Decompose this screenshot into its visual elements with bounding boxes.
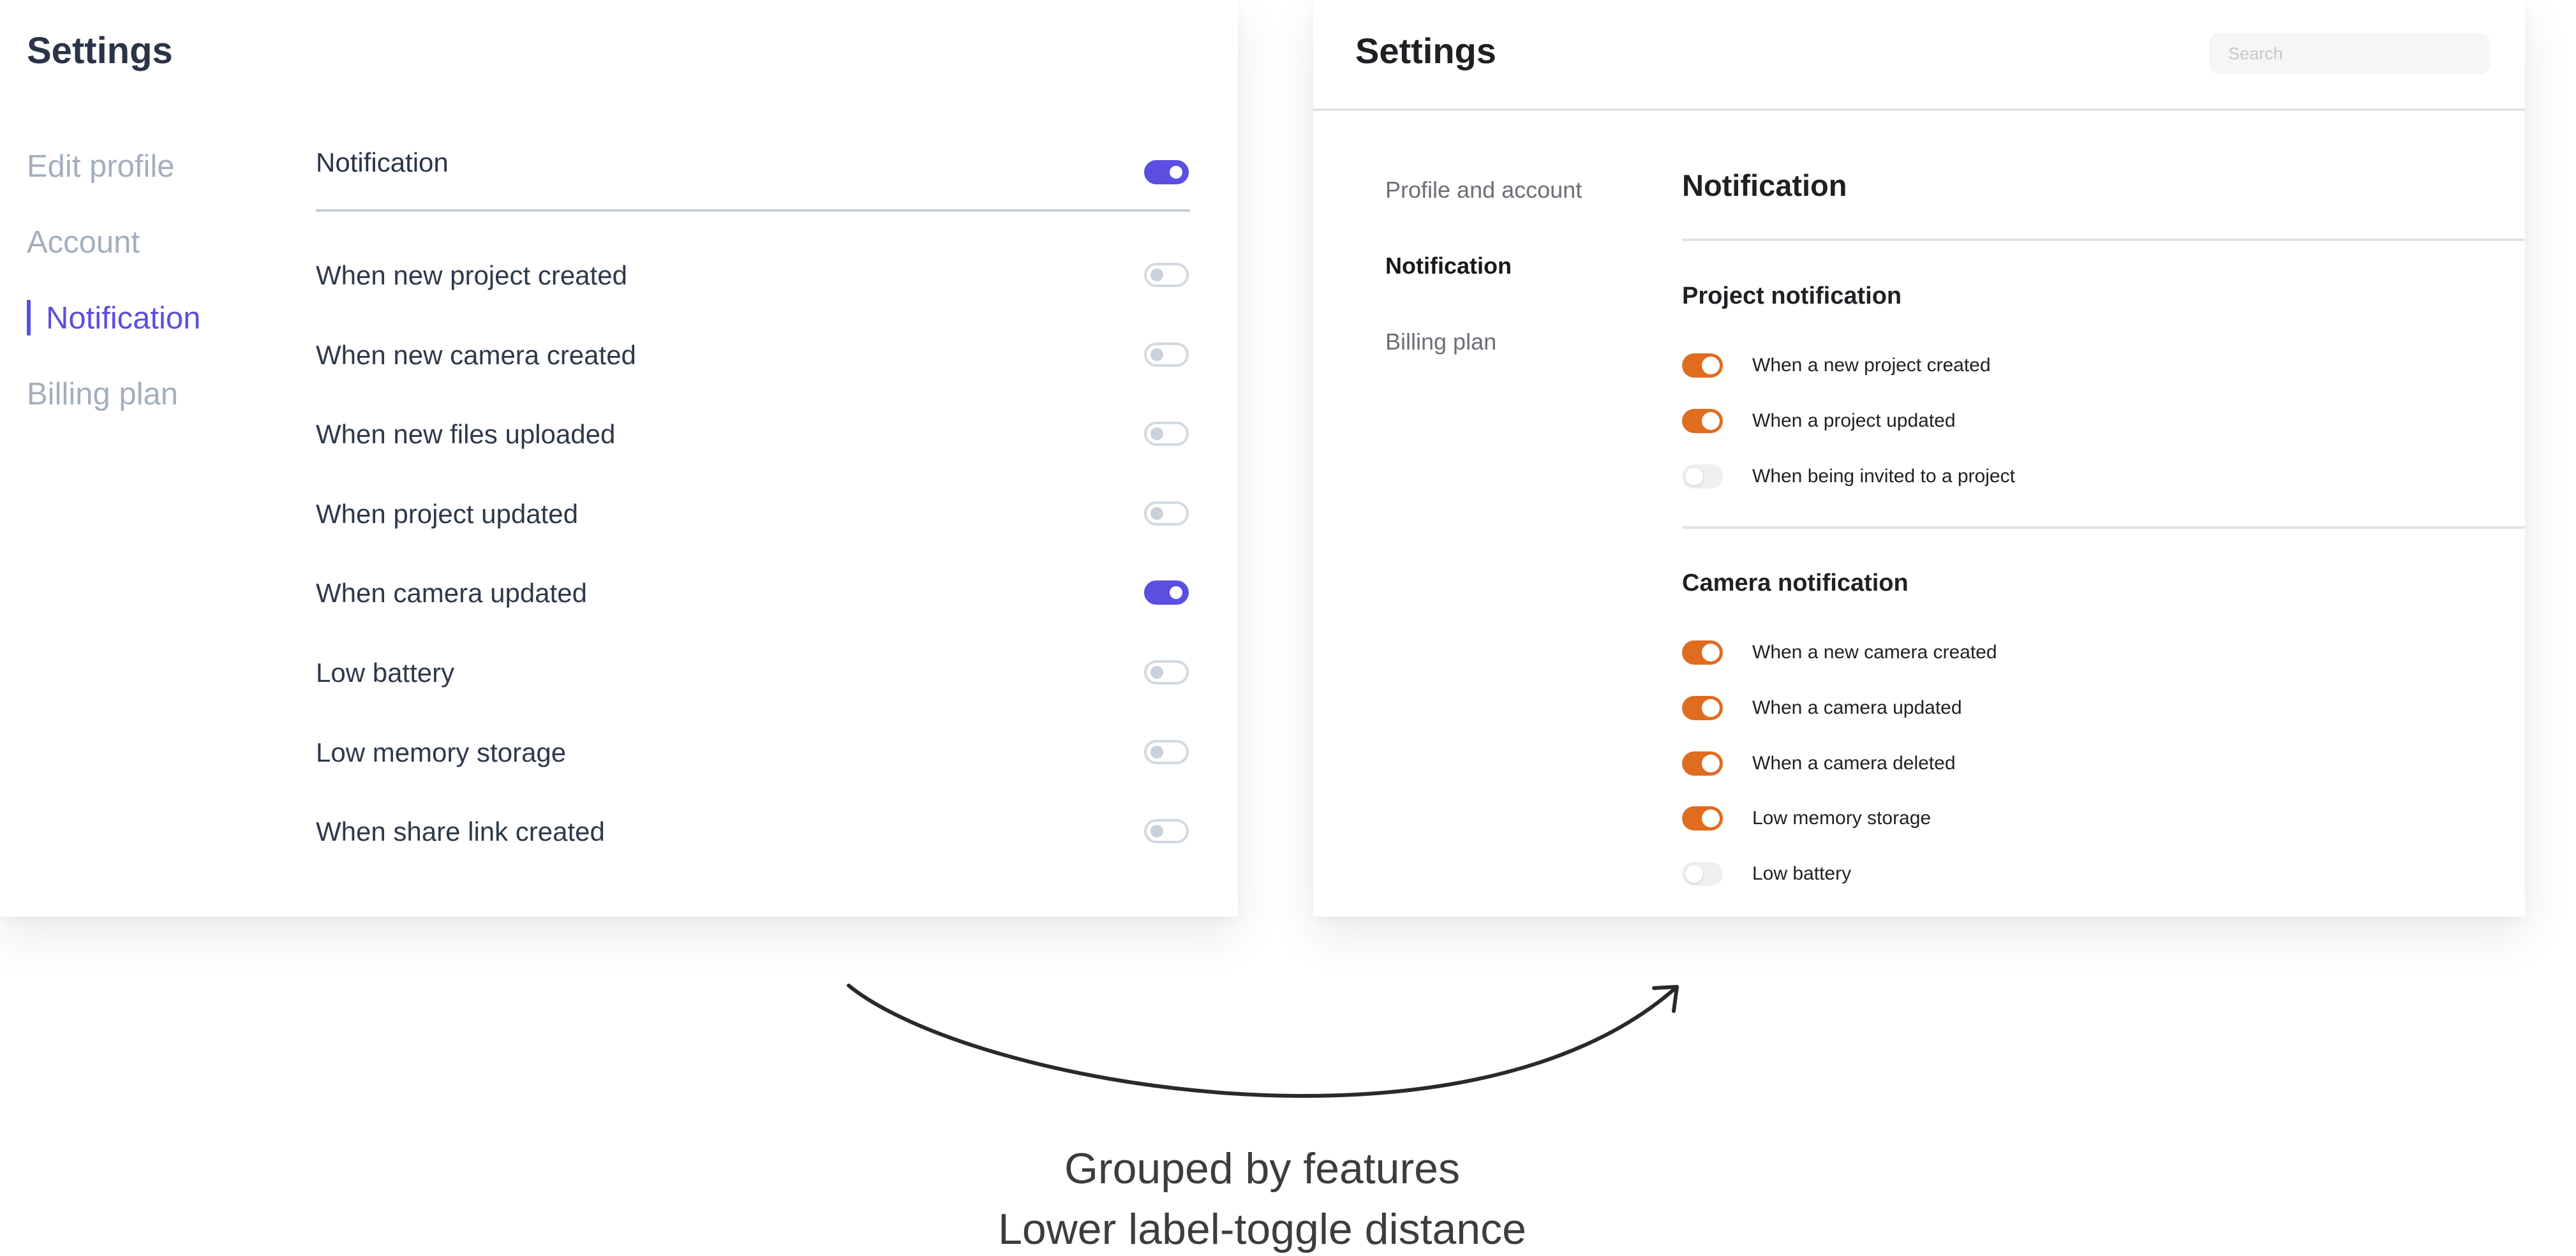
- caption-line-2: Lower label-toggle distance: [998, 1205, 1526, 1253]
- caption-line-1: Grouped by features: [1064, 1144, 1460, 1193]
- curved-arrow-icon: [847, 984, 1679, 1098]
